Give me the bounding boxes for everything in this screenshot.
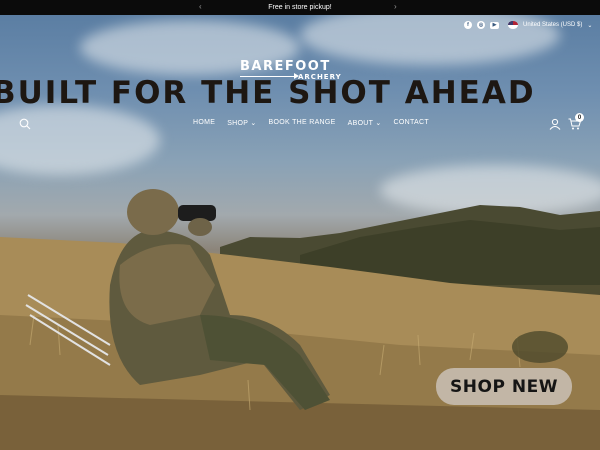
instagram-icon[interactable]: ◎ [477, 21, 485, 29]
announcement-bar: ‹ Free in store pickup! › [0, 0, 600, 15]
chevron-left-icon[interactable]: ‹ [199, 2, 202, 12]
announcement-text: Free in store pickup! [268, 4, 332, 11]
nav-item-shop[interactable]: SHOP ⌄ [227, 119, 256, 127]
main-navigation: HOME SHOP ⌄ BOOK THE RANGE ABOUT ⌄ CONTA… [0, 113, 600, 130]
nav-item-home[interactable]: HOME [193, 119, 215, 127]
search-icon[interactable] [19, 118, 31, 130]
us-flag-icon [508, 21, 518, 29]
youtube-icon[interactable]: ▶ [490, 21, 499, 29]
nav-menu: HOME SHOP ⌄ BOOK THE RANGE ABOUT ⌄ CONTA… [193, 119, 429, 127]
currency-selector[interactable]: United States (USD $) [523, 22, 582, 28]
shop-new-button[interactable]: SHOP NEW [436, 368, 572, 405]
utility-bar: f ◎ ▶ United States (USD $) ⌄ [464, 21, 592, 29]
logo-text-primary: BAREFOOT [240, 59, 331, 74]
nav-item-book-the-range[interactable]: BOOK THE RANGE [269, 119, 336, 127]
chevron-down-icon[interactable]: ⌄ [587, 22, 592, 29]
chevron-right-icon[interactable]: › [394, 2, 397, 12]
hero-headline: BUILT FOR THE SHOT AHEAD [0, 75, 536, 111]
account-icon[interactable] [549, 118, 561, 130]
nav-item-about[interactable]: ABOUT ⌄ [348, 119, 382, 127]
facebook-icon[interactable]: f [464, 21, 472, 29]
nav-item-contact[interactable]: CONTACT [394, 119, 429, 127]
cart-count-badge: 0 [575, 113, 584, 122]
